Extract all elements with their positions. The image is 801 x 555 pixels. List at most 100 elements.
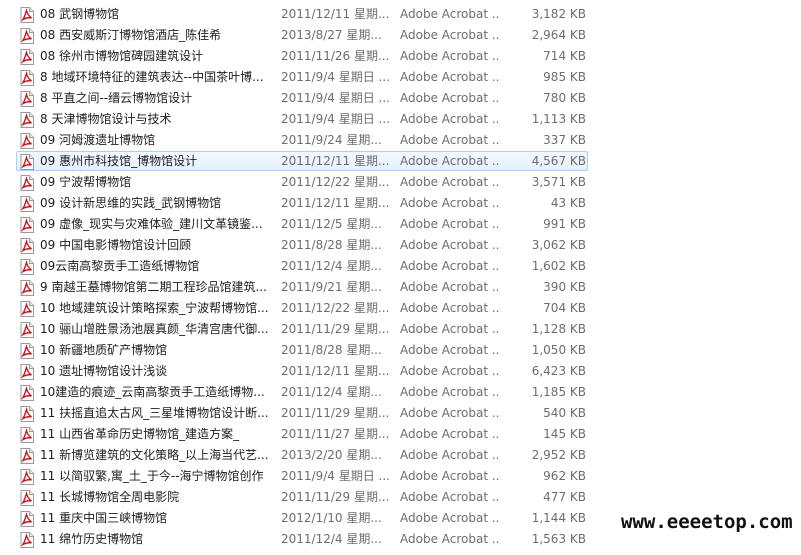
file-row[interactable]: 08 武钢博物馆 2011/12/11 星期... Adobe Acrobat ..…	[0, 4, 801, 25]
file-name: 09 惠州市科技馆_博物馆设计	[40, 154, 198, 168]
file-type: Adobe Acrobat ...	[400, 448, 500, 462]
file-size: 3,571 KB	[531, 175, 586, 189]
file-row[interactable]: 08 徐州市博物馆碑园建筑设计 2011/11/26 星期... Adobe Acr…	[0, 46, 801, 67]
file-size: 540 KB	[543, 406, 586, 420]
file-type: Adobe Acrobat ...	[400, 364, 500, 378]
file-size: 1,602 KB	[531, 259, 586, 273]
file-size: 2,964 KB	[531, 28, 586, 42]
pdf-file-icon	[20, 112, 34, 128]
file-name: 08 西安威斯汀博物馆酒店_陈佳希	[40, 28, 222, 42]
file-date-modified: 2011/8/28 星期...	[281, 238, 382, 252]
file-size: 1,128 KB	[531, 322, 586, 336]
file-date-modified: 2011/9/4 星期日 ...	[281, 91, 390, 105]
pdf-file-icon	[20, 196, 34, 212]
file-size: 1,144 KB	[531, 511, 586, 525]
file-name: 10 骊山增胜景汤池展真颜_华清宫唐代御...	[40, 322, 269, 336]
file-row[interactable]: 8 地域环境特征的建筑表达--中国茶叶博... 2011/9/4 星期日 ... A…	[0, 67, 801, 88]
file-size: 1,050 KB	[531, 343, 586, 357]
file-type: Adobe Acrobat ...	[400, 322, 500, 336]
pdf-file-icon	[20, 280, 34, 296]
pdf-file-icon	[20, 532, 34, 548]
file-row[interactable]: 8 平直之间--缙云博物馆设计 2011/9/4 星期日 ... Adobe Acr…	[0, 88, 801, 109]
pdf-file-icon	[20, 406, 34, 422]
file-row[interactable]: 10 骊山增胜景汤池展真颜_华清宫唐代御... 2011/11/29 星期... A…	[0, 319, 801, 340]
file-row[interactable]: 11 新博览建筑的文化策略_以上海当代艺... 2013/2/20 星期... Ad…	[0, 445, 801, 466]
file-row[interactable]: 09 宁波帮博物馆 2011/12/22 星期... Adobe Acrobat .…	[0, 172, 801, 193]
file-row[interactable]: 9 南越王墓博物馆第二期工程珍品馆建筑... 2011/9/21 星期... Ado…	[0, 277, 801, 298]
file-row[interactable]: 10建造的痕迹_云南高黎贡手工造纸博物... 2011/12/4 星期... Ado…	[0, 382, 801, 403]
file-type: Adobe Acrobat ...	[400, 7, 500, 21]
pdf-file-icon	[20, 70, 34, 86]
file-row[interactable]: 11 长城博物馆全周电影院 2011/11/29 星期... Adobe Acrob…	[0, 487, 801, 508]
pdf-file-icon	[20, 427, 34, 443]
pdf-file-icon	[20, 259, 34, 275]
file-size: 6,423 KB	[531, 364, 586, 378]
file-size: 2,952 KB	[531, 448, 586, 462]
file-row[interactable]: 09 中国电影博物馆设计回顾 2011/8/28 星期... Adobe Acrob…	[0, 235, 801, 256]
file-date-modified: 2011/12/4 星期...	[281, 385, 382, 399]
file-row[interactable]: 11 山西省革命历史博物馆_建造方案_ 2011/11/27 星期... Adobe…	[0, 424, 801, 445]
file-name: 09 中国电影博物馆设计回顾	[40, 238, 192, 252]
file-size: 1,113 KB	[531, 112, 586, 126]
file-size: 780 KB	[543, 91, 586, 105]
file-type: Adobe Acrobat ...	[400, 469, 500, 483]
file-type: Adobe Acrobat ...	[400, 175, 500, 189]
pdf-file-icon	[20, 322, 34, 338]
pdf-file-icon	[20, 385, 34, 401]
file-type: Adobe Acrobat ...	[400, 133, 500, 147]
file-row[interactable]: 10 地域建筑设计策略探索_宁波帮博物馆... 2011/12/22 星期... A…	[0, 298, 801, 319]
file-row[interactable]: 11 以简驭繁,寓_土_于今--海宁博物馆创作 2011/9/4 星期日 ... A…	[0, 466, 801, 487]
file-type: Adobe Acrobat ...	[400, 49, 500, 63]
file-date-modified: 2011/11/27 星期...	[281, 427, 390, 441]
file-size: 43 KB	[550, 196, 586, 210]
file-date-modified: 2011/11/29 星期...	[281, 406, 390, 420]
file-date-modified: 2011/12/22 星期...	[281, 175, 390, 189]
file-name: 11 重庆中国三峡博物馆	[40, 511, 168, 525]
file-size: 3,062 KB	[531, 238, 586, 252]
file-row[interactable]: 09 设计新思维的实践_武钢博物馆 2011/12/11 星期... Adobe A…	[0, 193, 801, 214]
pdf-file-icon	[20, 448, 34, 464]
file-type: Adobe Acrobat ...	[400, 406, 500, 420]
file-row[interactable]: 09 惠州市科技馆_博物馆设计 2011/12/11 星期... Adobe Acr…	[0, 151, 801, 172]
file-name: 08 武钢博物馆	[40, 7, 120, 21]
file-type: Adobe Acrobat ...	[400, 196, 500, 210]
file-size: 4,567 KB	[531, 154, 586, 168]
file-date-modified: 2011/12/11 星期...	[281, 196, 390, 210]
file-date-modified: 2011/12/5 星期...	[281, 217, 382, 231]
file-row[interactable]: 09 虚像_现实与灾难体验_建川文革镜鉴... 2011/12/5 星期... Ad…	[0, 214, 801, 235]
watermark: www.eeeetop.com	[621, 511, 793, 533]
file-row[interactable]: 09云南高黎贡手工造纸博物馆 2011/12/4 星期... Adobe Acrob…	[0, 256, 801, 277]
file-name: 09 设计新思维的实践_武钢博物馆	[40, 196, 222, 210]
file-name: 08 徐州市博物馆碑园建筑设计	[40, 49, 204, 63]
file-size: 477 KB	[543, 490, 586, 504]
file-row[interactable]: 08 西安威斯汀博物馆酒店_陈佳希 2013/8/27 星期... Adobe Ac…	[0, 25, 801, 46]
file-date-modified: 2013/8/27 星期...	[281, 28, 382, 42]
file-name: 09云南高黎贡手工造纸博物馆	[40, 259, 200, 273]
file-row[interactable]: 10 新疆地质矿产博物馆 2011/8/28 星期... Adobe Acrobat…	[0, 340, 801, 361]
file-type: Adobe Acrobat ...	[400, 301, 500, 315]
file-size: 390 KB	[543, 280, 586, 294]
file-row[interactable]: 10 遗址博物馆设计浅谈 2011/12/11 星期... Adobe Acroba…	[0, 361, 801, 382]
file-name: 8 天津博物馆设计与技术	[40, 112, 172, 126]
pdf-file-icon	[20, 217, 34, 233]
file-row[interactable]: 11 扶摇直追太古风_三星堆博物馆设计断... 2011/11/29 星期... A…	[0, 403, 801, 424]
file-type: Adobe Acrobat ...	[400, 91, 500, 105]
pdf-file-icon	[20, 511, 34, 527]
file-name: 10 地域建筑设计策略探索_宁波帮博物馆...	[40, 301, 269, 315]
file-row[interactable]: 8 天津博物馆设计与技术 2011/9/4 星期日 ... Adobe Acroba…	[0, 109, 801, 130]
file-date-modified: 2011/9/4 星期日 ...	[281, 112, 390, 126]
file-name: 9 南越王墓博物馆第二期工程珍品馆建筑...	[40, 280, 267, 294]
file-row[interactable]: 09 河姆渡遗址博物馆 2011/9/24 星期... Adobe Acrobat …	[0, 130, 801, 151]
file-type: Adobe Acrobat ...	[400, 217, 500, 231]
pdf-file-icon	[20, 238, 34, 254]
pdf-file-icon	[20, 175, 34, 191]
file-date-modified: 2012/1/10 星期...	[281, 511, 382, 525]
file-type: Adobe Acrobat ...	[400, 490, 500, 504]
pdf-file-icon	[20, 490, 34, 506]
file-size: 704 KB	[543, 301, 586, 315]
file-name: 8 平直之间--缙云博物馆设计	[40, 91, 193, 105]
file-date-modified: 2011/11/29 星期...	[281, 490, 390, 504]
pdf-file-icon	[20, 133, 34, 149]
file-date-modified: 2011/9/24 星期...	[281, 133, 382, 147]
file-type: Adobe Acrobat ...	[400, 28, 500, 42]
